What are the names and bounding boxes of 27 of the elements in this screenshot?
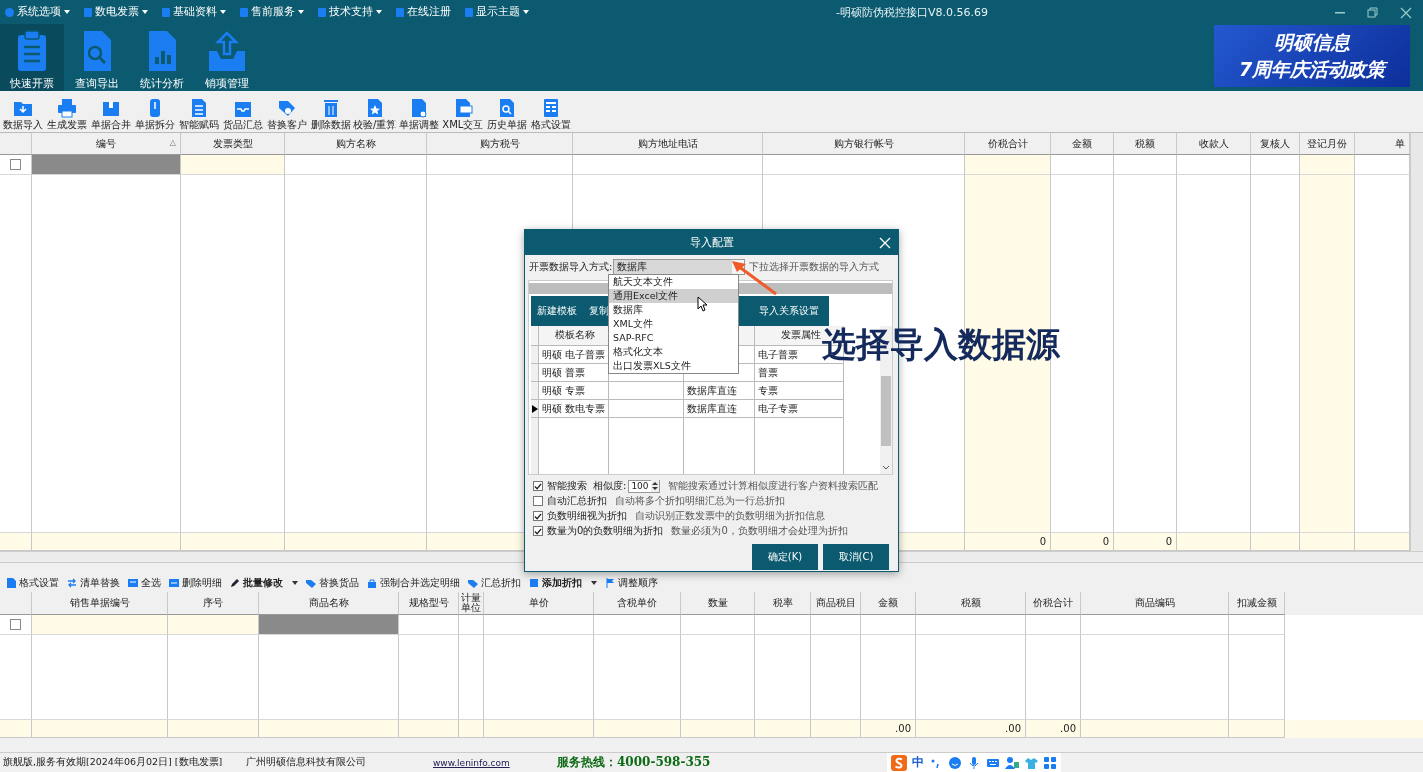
field-label: 开票数据导入方式: [529, 260, 613, 274]
checkbox-label: 自动汇总折扣 [547, 494, 607, 508]
table-cell: 明硕 专票 [539, 382, 609, 400]
hotline-text: 服务热线：4000-598-355 [557, 754, 712, 771]
hint-text: 智能搜索通过计算相似度进行客户资料搜索匹配 [668, 479, 879, 493]
checkbox-label: 负数明细视为折扣 [547, 509, 627, 523]
table-cell: 专票 [755, 382, 844, 400]
checkbox-label: 智能搜索 [547, 479, 587, 493]
window-title: -明硕防伪税控接口V8.0.56.69 [836, 4, 988, 20]
total-cell: .00 [861, 720, 916, 738]
table-cell: 明硕 数电专票 [539, 400, 609, 418]
total-cell: .00 [916, 720, 1026, 738]
field-label: 相似度: [593, 479, 627, 493]
hint-text: 自动识别正数发票中的负数明细为折扣信息 [635, 509, 825, 523]
table-cell: 数据库直连 [684, 400, 755, 418]
table-cell: 电子专票 [755, 400, 844, 418]
table-cell: 数据库直连 [684, 382, 755, 400]
total-cell: .00 [1026, 720, 1081, 738]
hint-text: 自动将多个折扣明细汇总为一行总折扣 [615, 494, 785, 508]
hint-text: 数量必须为0，负数明细才会处理为折扣 [671, 524, 848, 538]
dialog-title: 导入配置 [689, 235, 734, 250]
sort-indicator: △ [169, 138, 176, 148]
checkbox-label: 数量为0的负数明细为折扣 [547, 524, 664, 538]
company-name: 广州明硕信息科技有限公司 [246, 756, 367, 769]
license-info: 旗舰版,服务有效期[2024年06月02日] [数电发票] [3, 756, 224, 769]
table-cell: 普票 [755, 364, 844, 382]
hint-text: 下拉选择开票数据的导入方式 [749, 260, 879, 274]
